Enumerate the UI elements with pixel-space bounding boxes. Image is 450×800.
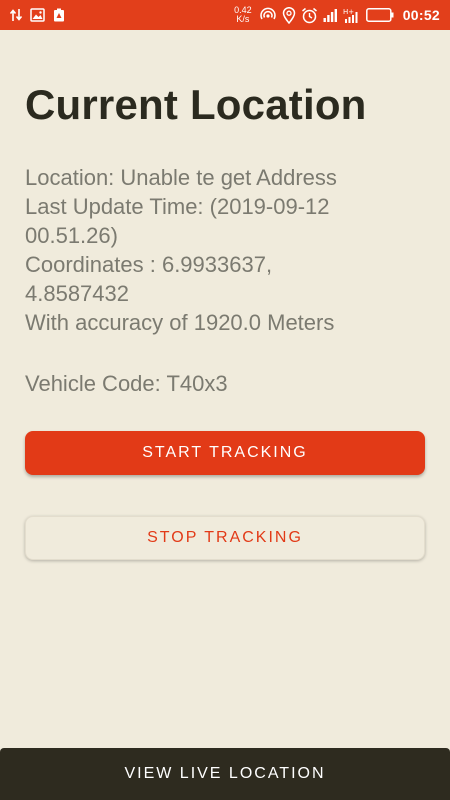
stop-tracking-button[interactable]: STOP TRACKING bbox=[25, 516, 425, 560]
last-update-time-line-2: 00.51.26) bbox=[25, 223, 118, 248]
alarm-icon bbox=[301, 7, 318, 24]
location-pin-icon bbox=[282, 6, 296, 24]
svg-text:H+: H+ bbox=[343, 8, 354, 16]
last-update-time-text: Last Update Time: (2019-09-12 00.51.26) bbox=[25, 192, 425, 250]
data-transfer-icon bbox=[10, 8, 22, 22]
signal-h-plus-icon: H+ bbox=[343, 7, 361, 23]
network-speed-unit: K/s bbox=[236, 14, 250, 24]
view-live-location-button[interactable]: VIEW LIVE LOCATION bbox=[0, 748, 450, 800]
battery-saver-icon bbox=[53, 8, 65, 22]
coordinates-line-1: Coordinates : 6.9933637, bbox=[25, 252, 273, 277]
gallery-icon bbox=[30, 8, 45, 22]
hotspot-icon bbox=[259, 7, 277, 23]
location-info: Location: Unable te get Address Last Upd… bbox=[25, 163, 425, 337]
coordinates-line-2: 4.8587432 bbox=[25, 281, 129, 306]
last-update-time-line-1: Last Update Time: (2019-09-12 bbox=[25, 194, 330, 219]
signal-icon bbox=[323, 8, 338, 22]
vehicle-code-text: Vehicle Code: T40x3 bbox=[25, 371, 228, 396]
accuracy-text: With accuracy of 1920.0 Meters bbox=[25, 310, 335, 335]
coordinates-text: Coordinates : 6.9933637, 4.8587432 bbox=[25, 250, 425, 308]
location-address-text: Location: Unable te get Address bbox=[25, 165, 337, 190]
status-bar-left-icons bbox=[10, 6, 65, 24]
status-bar-right-icons: 0.42 K/s H+ 00:52 bbox=[234, 5, 440, 25]
battery-icon bbox=[365, 8, 394, 22]
status-bar: 0.42 K/s H+ 00:52 bbox=[0, 0, 450, 30]
start-tracking-button[interactable]: START TRACKING bbox=[25, 431, 425, 475]
status-bar-clock: 00:52 bbox=[402, 7, 440, 23]
network-speed: 0.42 K/s bbox=[234, 6, 252, 24]
page-title: Current Location bbox=[25, 81, 367, 128]
